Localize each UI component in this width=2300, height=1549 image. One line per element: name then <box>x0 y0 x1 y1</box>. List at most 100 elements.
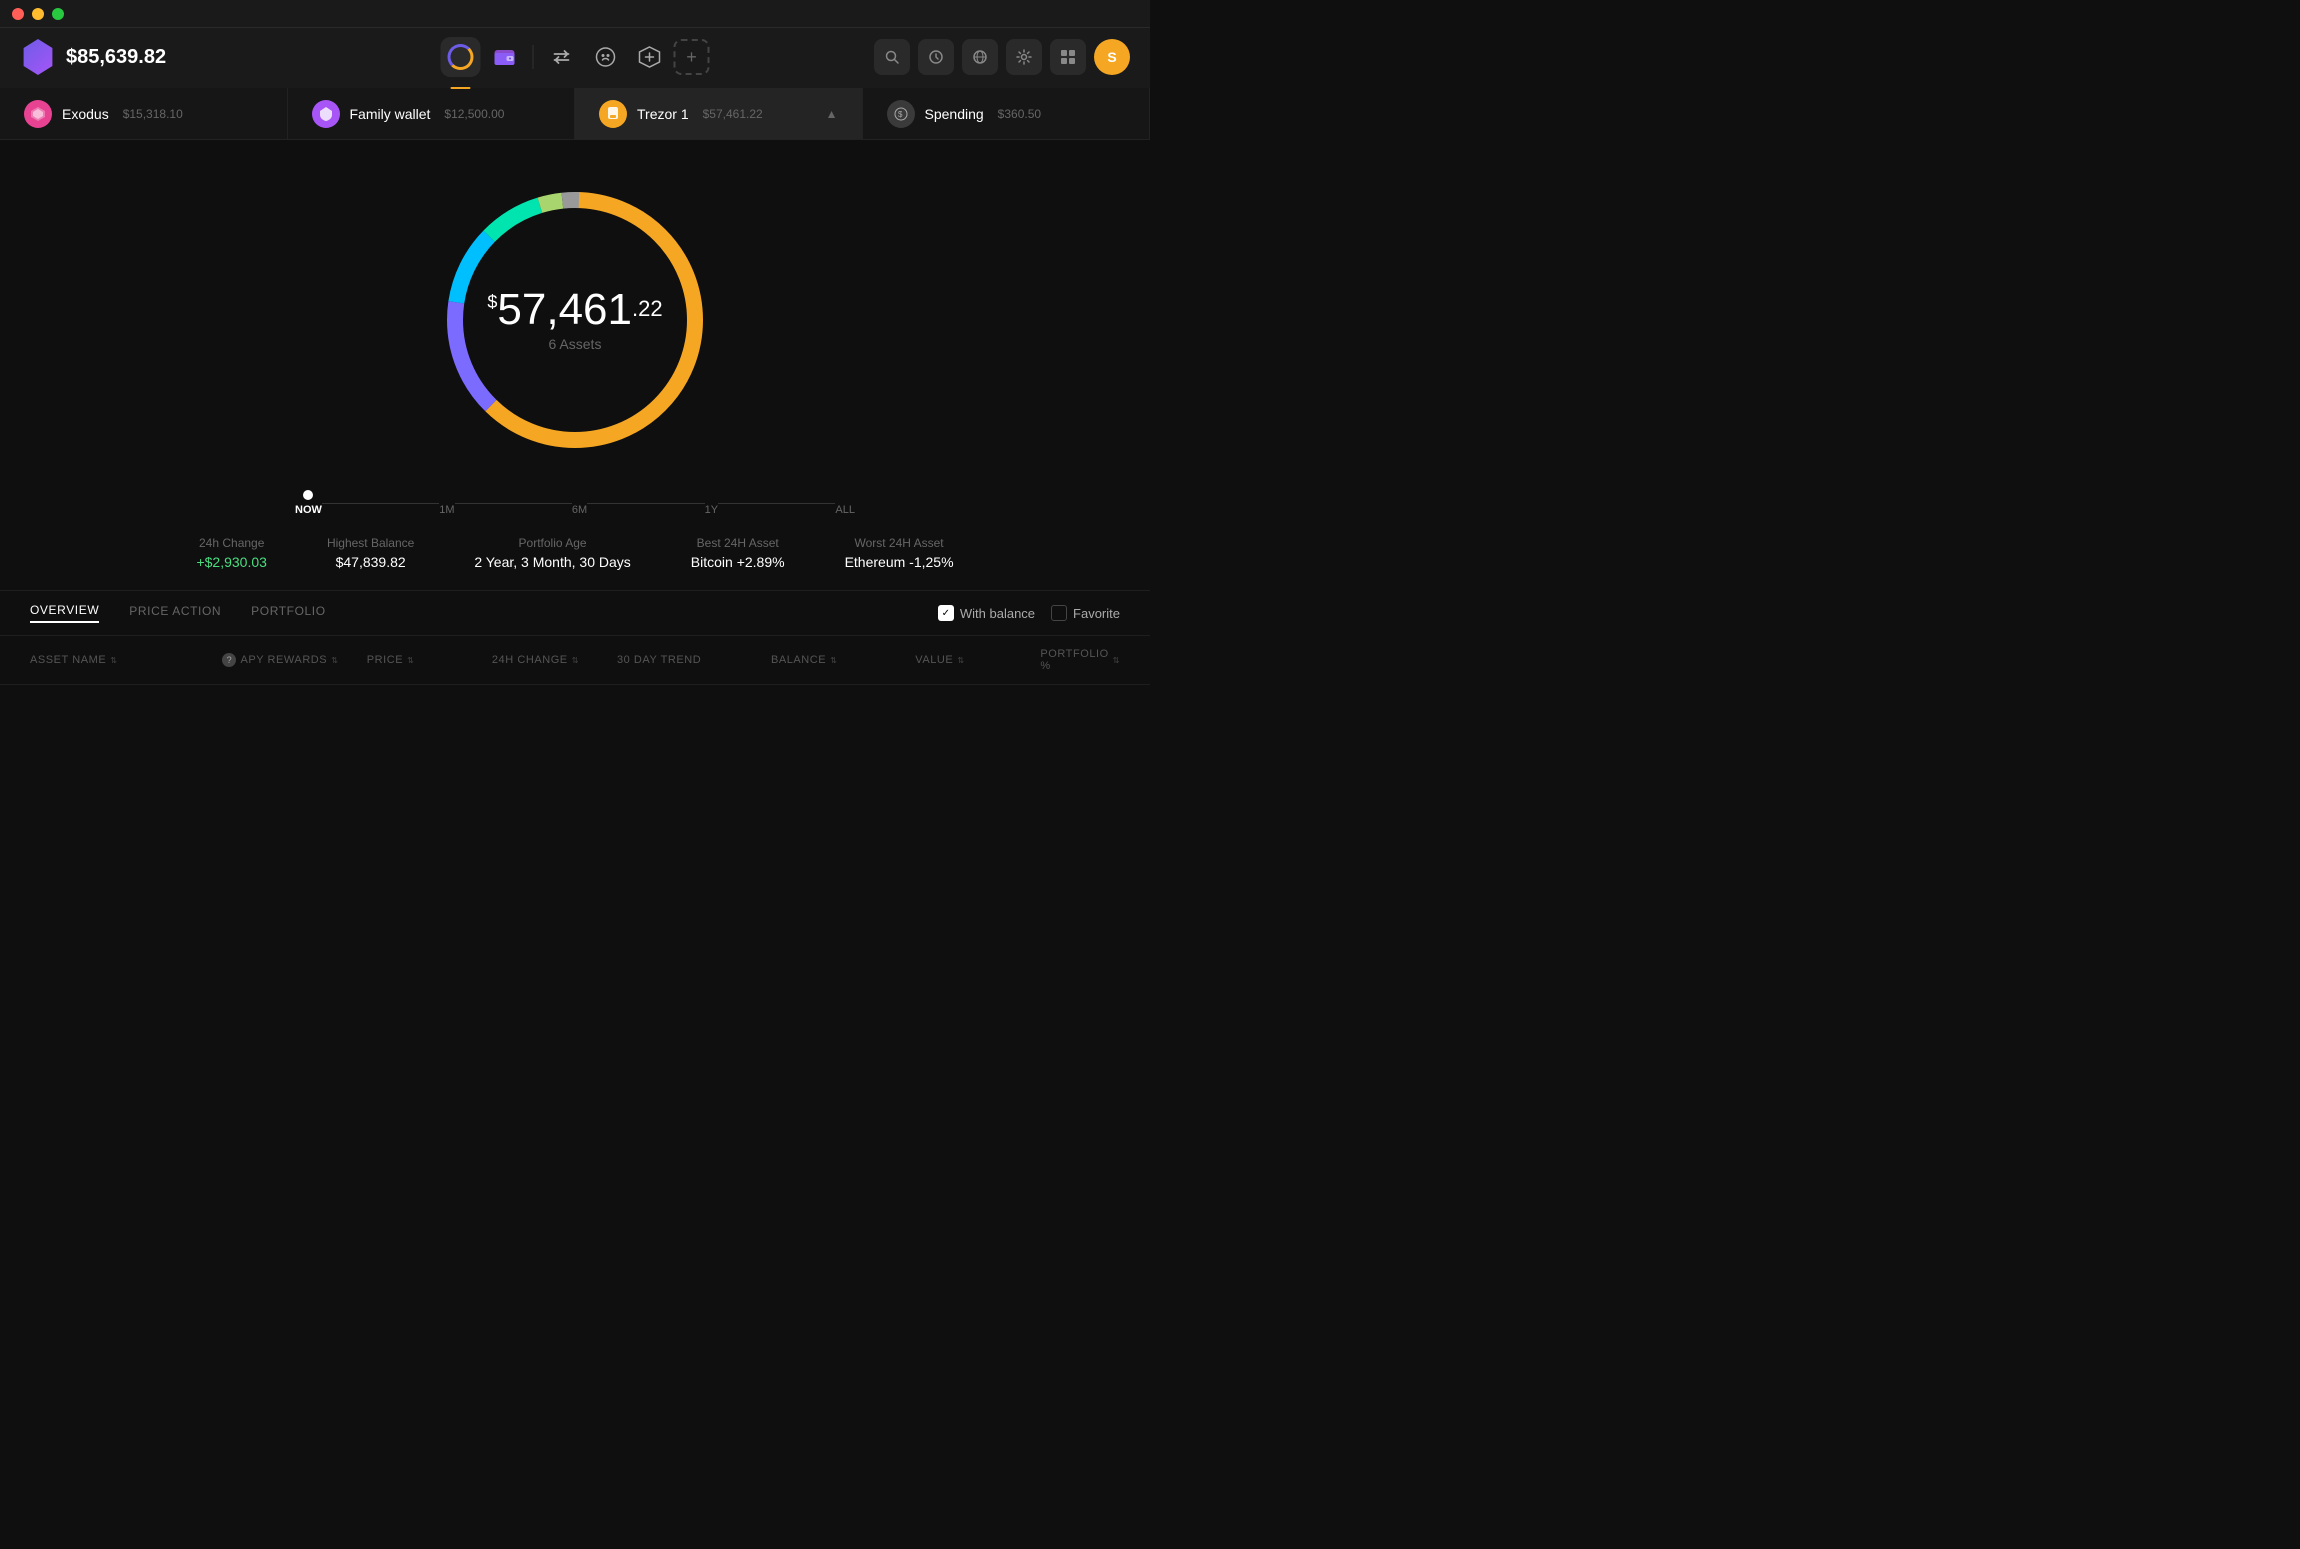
nav-divider <box>533 45 534 69</box>
wallet-folder-icon <box>494 46 516 68</box>
grid-icon <box>1060 49 1076 65</box>
sort-balance-icon: ⇅ <box>830 656 837 665</box>
settings-icon <box>1016 49 1032 65</box>
tabs-filters: ✓ With balance Favorite <box>938 605 1120 621</box>
stat-24h-value: +$2,930.03 <box>196 554 266 570</box>
th-24h-change[interactable]: 24H CHANGE ⇅ <box>492 654 617 666</box>
add-wallet-icon <box>639 46 661 68</box>
timeline-all[interactable]: ALL <box>835 490 855 516</box>
tab-overview[interactable]: OVERVIEW <box>30 603 99 623</box>
nav-add-new-button[interactable]: + <box>674 39 710 75</box>
nav-wallet-button[interactable] <box>485 37 525 77</box>
total-balance: $85,639.82 <box>66 46 166 69</box>
filter-with-balance[interactable]: ✓ With balance <box>938 605 1035 621</box>
with-balance-label: With balance <box>960 606 1035 621</box>
sort-portfolio-icon: ⇅ <box>1113 656 1120 665</box>
history-button[interactable] <box>918 39 954 75</box>
timeline-1m[interactable]: 1M <box>439 490 454 516</box>
wallet-trezor[interactable]: Trezor 1 $57,461.22 ▲ <box>575 88 863 139</box>
th-price[interactable]: PRICE ⇅ <box>367 654 492 666</box>
topbar-nav: + <box>441 37 710 77</box>
wallet-trezor-balance: $57,461.22 <box>703 107 763 121</box>
trezor-icon <box>599 100 627 128</box>
exodus-icon <box>24 100 52 128</box>
timeline-label-6m: 6M <box>572 504 587 516</box>
close-button[interactable] <box>12 8 24 20</box>
th-balance[interactable]: BALANCE ⇅ <box>771 654 915 666</box>
timeline-line-3 <box>587 503 704 504</box>
settings-button[interactable] <box>1006 39 1042 75</box>
minimize-button[interactable] <box>32 8 44 20</box>
stats-row: 24h Change +$2,930.03 Highest Balance $4… <box>0 516 1150 591</box>
sort-value-icon: ⇅ <box>957 656 964 665</box>
search-button[interactable] <box>874 39 910 75</box>
main-content: $ 57,461 .22 6 Assets NOW 1M 6M <box>0 140 1150 685</box>
stat-24h-label: 24h Change <box>196 536 266 550</box>
stat-portfolio-age: Portfolio Age 2 Year, 3 Month, 30 Days <box>474 536 630 570</box>
history-icon <box>928 49 944 65</box>
stat-highest-balance: Highest Balance $47,839.82 <box>327 536 414 570</box>
topbar: $85,639.82 <box>0 28 1150 88</box>
stat-best-label: Best 24H Asset <box>691 536 785 550</box>
wallet-bar: Exodus $15,318.10 Family wallet $12,500.… <box>0 88 1150 140</box>
stat-highest-label: Highest Balance <box>327 536 414 550</box>
nav-social-button[interactable] <box>586 37 626 77</box>
th-portfolio-pct[interactable]: PORTFOLIO % ⇅ <box>1040 648 1120 672</box>
grid-button[interactable] <box>1050 39 1086 75</box>
app-logo[interactable] <box>20 39 56 75</box>
timeline-label-1m: 1M <box>439 504 454 516</box>
trezor-expand-icon: ▲ <box>826 107 838 121</box>
avatar[interactable]: S <box>1094 39 1130 75</box>
wallet-family[interactable]: Family wallet $12,500.00 <box>288 88 576 139</box>
stat-best-asset: Best 24H Asset Bitcoin +2.89% <box>691 536 785 570</box>
wallet-exodus[interactable]: Exodus $15,318.10 <box>0 88 288 139</box>
timeline-line-1 <box>322 503 439 504</box>
wallet-spending-name: Spending <box>925 106 984 122</box>
favorite-checkbox[interactable] <box>1051 605 1067 621</box>
family-icon <box>312 100 340 128</box>
donut-amount-main: 57,461 <box>497 288 632 332</box>
wallet-family-balance: $12,500.00 <box>444 107 504 121</box>
timeline-6m[interactable]: 6M <box>572 490 587 516</box>
timeline-label-all: ALL <box>835 504 855 516</box>
tab-price-action[interactable]: PRICE ACTION <box>129 604 221 622</box>
th-apy-rewards[interactable]: ? APY REWARDS ⇅ <box>222 653 366 667</box>
maximize-button[interactable] <box>52 8 64 20</box>
apy-help-icon[interactable]: ? <box>222 653 236 667</box>
tab-portfolio[interactable]: PORTFOLIO <box>251 604 326 622</box>
add-icon: + <box>686 47 697 68</box>
with-balance-checkbox[interactable]: ✓ <box>938 605 954 621</box>
th-value[interactable]: VALUE ⇅ <box>915 654 1040 666</box>
sort-asset-icon: ⇅ <box>110 656 117 665</box>
nav-add-wallet-button[interactable] <box>630 37 670 77</box>
stat-24h-change: 24h Change +$2,930.03 <box>196 536 266 570</box>
timeline-line-4 <box>718 503 835 504</box>
timeline-label-1y: 1Y <box>705 504 718 516</box>
wallet-spending-balance: $360.50 <box>998 107 1041 121</box>
wallet-trezor-name: Trezor 1 <box>637 106 689 122</box>
donut-amount-decimal: .22 <box>632 296 663 322</box>
svg-text:$: $ <box>898 110 903 119</box>
tabs-bar: OVERVIEW PRICE ACTION PORTFOLIO ✓ With b… <box>0 591 1150 636</box>
timeline-now[interactable]: NOW <box>295 490 322 516</box>
portfolio-ring-icon <box>448 44 474 70</box>
th-30day-trend: 30 DAY TREND <box>617 654 771 666</box>
stat-worst-value: Ethereum -1,25% <box>845 554 954 570</box>
stat-age-value: 2 Year, 3 Month, 30 Days <box>474 554 630 570</box>
nav-portfolio-button[interactable] <box>441 37 481 77</box>
sort-change-icon: ⇅ <box>572 656 579 665</box>
th-asset-name[interactable]: ASSET NAME ⇅ <box>30 654 222 666</box>
spending-icon: $ <box>887 100 915 128</box>
stat-worst-label: Worst 24H Asset <box>845 536 954 550</box>
chart-area: $ 57,461 .22 6 Assets NOW 1M 6M <box>0 140 1150 516</box>
network-button[interactable] <box>962 39 998 75</box>
stat-worst-asset: Worst 24H Asset Ethereum -1,25% <box>845 536 954 570</box>
nav-swap-button[interactable] <box>542 37 582 77</box>
filter-favorite[interactable]: Favorite <box>1051 605 1120 621</box>
donut-currency-symbol: $ <box>487 292 497 313</box>
stat-best-value: Bitcoin +2.89% <box>691 554 785 570</box>
timeline-1y[interactable]: 1Y <box>705 490 718 516</box>
sort-apy-icon: ⇅ <box>331 656 338 665</box>
wallet-spending[interactable]: $ Spending $360.50 <box>863 88 1151 139</box>
search-icon <box>884 49 900 65</box>
